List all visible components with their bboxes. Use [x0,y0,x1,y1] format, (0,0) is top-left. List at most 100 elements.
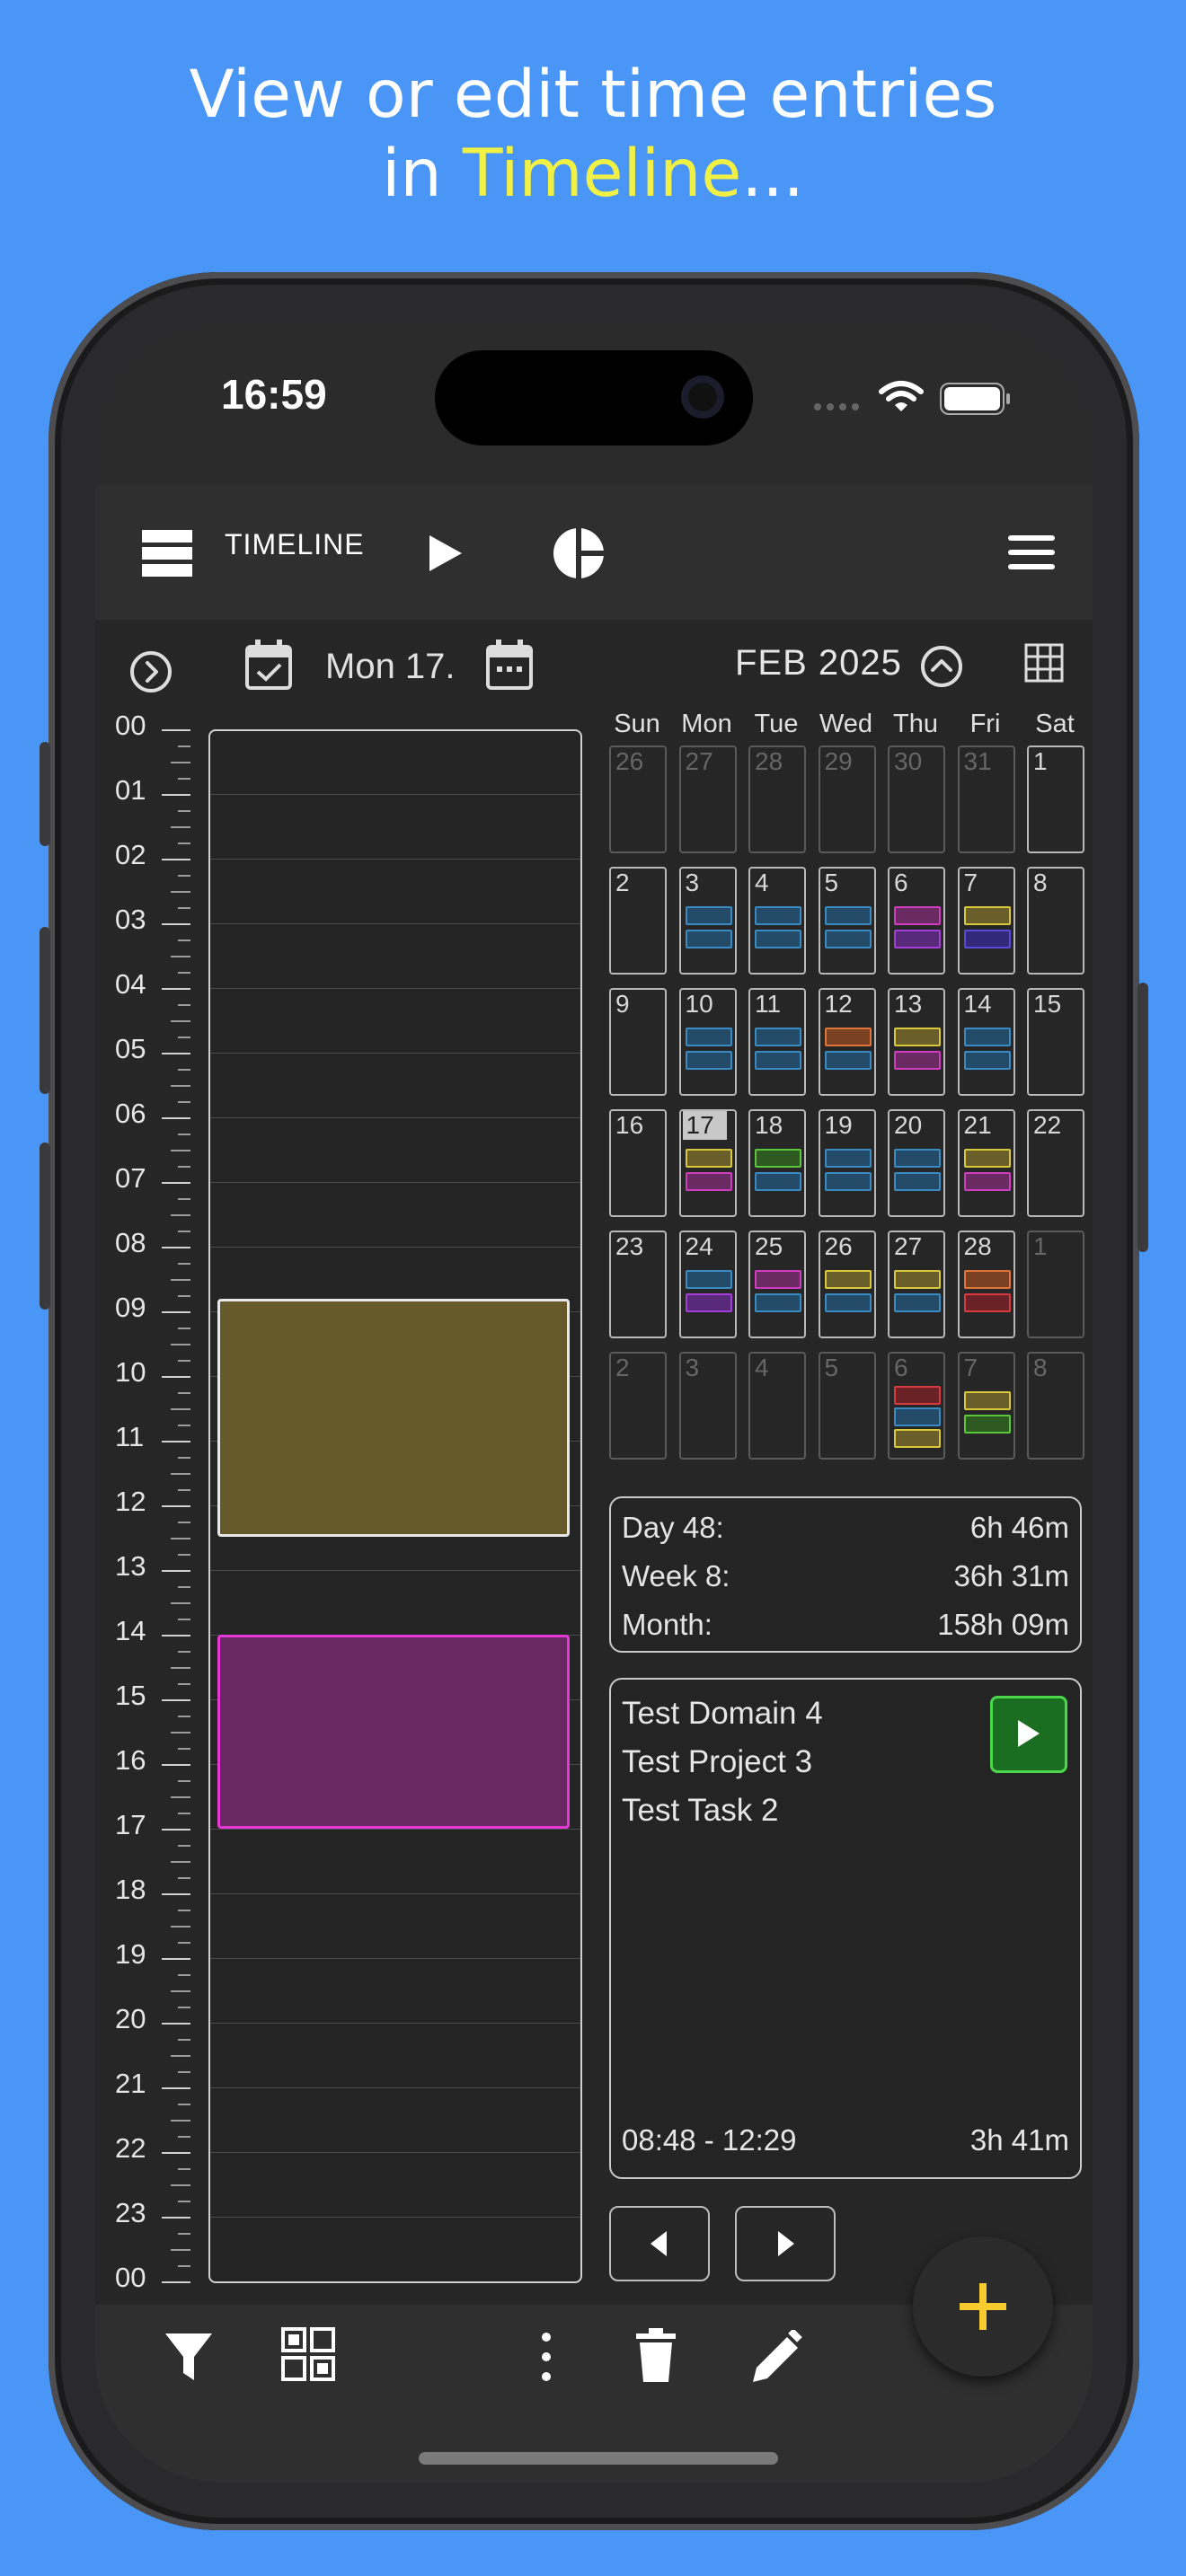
calendar-day-cell[interactable]: 29 [818,745,876,853]
quarter-tick [171,762,190,763]
calendar-day-cell[interactable]: 4 [748,1352,806,1460]
calendar-day-cell[interactable]: 27 [888,1231,945,1338]
calendar-day-cell[interactable]: 2 [609,867,667,975]
calendar-day-cell[interactable]: 28 [957,1231,1015,1338]
calendar-day-cell[interactable]: 9 [609,988,667,1096]
calendar-day-cell[interactable]: 1 [1027,745,1084,853]
quarter-tick [171,2249,190,2251]
timeline-hour-line [210,1247,580,1248]
timeline-day-column[interactable] [208,729,582,2283]
calendar-day-cell[interactable]: 14 [957,988,1015,1096]
filter-icon[interactable] [164,2332,214,2382]
calendar-day-cell[interactable]: 30 [888,745,945,853]
calendar-day-cell[interactable]: 1 [1027,1231,1084,1338]
view-switch-icon[interactable] [142,530,192,577]
weekday-header: Mon [681,710,732,738]
calendar-day-cell[interactable]: 26 [609,745,667,853]
entry-task: Test Task 2 [622,1793,779,1828]
go-to-today-icon[interactable] [129,650,173,693]
delete-icon[interactable] [636,2328,676,2384]
add-entry-button[interactable] [913,2236,1053,2377]
day-total-row: Day 48: 6h 46m [622,1511,1069,1545]
calendar-day-cell[interactable]: 3 [678,867,737,975]
quarter-tick [178,1845,190,1847]
menu-icon[interactable] [1008,535,1055,569]
quarter-tick [171,1408,190,1410]
start-timer-icon[interactable] [429,535,462,571]
resume-entry-button[interactable] [990,1696,1067,1773]
selected-entry-card[interactable]: Test Domain 4 Test Project 3 Test Task 2… [609,1678,1082,2179]
statistics-pie-icon[interactable] [552,526,606,580]
calendar-day-cell[interactable]: 16 [609,1109,667,1217]
calendar-day-number: 7 [963,1354,978,1381]
calendar-day-cell[interactable]: 26 [818,1231,876,1338]
calendar-day-cell[interactable]: 7 [957,867,1015,975]
calendar-day-cell[interactable]: 5 [818,1352,876,1460]
weekday-header: Fri [969,710,1001,738]
quarter-tick [178,1619,190,1620]
cellular-signal-icon [814,403,859,410]
selected-date[interactable]: Mon 17. [325,647,456,687]
multi-select-icon[interactable] [280,2326,336,2382]
quarter-tick [178,1586,190,1588]
calendar-day-number: 21 [963,1111,992,1139]
hour-tick [162,1376,190,1378]
totals-panel: Day 48: 6h 46m Week 8: 36h 31m Month: 15… [609,1496,1082,1653]
calendar-day-cell[interactable]: 18 [748,1109,806,1217]
quarter-tick [178,2201,190,2202]
quarter-tick [178,1392,190,1394]
calendar-day-cell[interactable]: 11 [748,988,806,1096]
calendar-day-number: 28 [963,1232,992,1260]
quarter-tick [171,956,190,957]
calendar-day-cell[interactable]: 4 [748,867,806,975]
quarter-tick [171,1538,190,1539]
calendar-day-cell[interactable]: 10 [678,988,737,1096]
quarter-tick [178,2265,190,2267]
calendar-entry-marker [685,1293,732,1312]
timeline-hour-line [210,2087,580,2088]
calendar-day-cell[interactable]: 8 [1027,867,1084,975]
grid-view-icon[interactable] [1024,643,1064,683]
calendar-day-cell[interactable]: 8 [1027,1352,1084,1460]
edit-pencil-icon[interactable] [749,2330,805,2386]
calendar-day-cell[interactable]: 19 [818,1109,876,1217]
week-total-label: Week 8: [622,1559,730,1592]
calendar-day-cell[interactable]: 6 [888,1352,945,1460]
volume-up-button [40,927,50,1094]
calendar-day-cell[interactable]: 21 [957,1109,1015,1217]
calendar-day-cell[interactable]: 17 [678,1109,737,1217]
time-entry-selected[interactable] [217,1298,570,1537]
collapse-calendar-icon[interactable] [920,645,963,688]
calendar-day-cell[interactable]: 20 [888,1109,945,1217]
time-entry[interactable] [217,1635,570,1829]
calendar-day-number: 28 [755,747,783,775]
calendar-day-cell[interactable]: 13 [888,988,945,1096]
hour-tick [162,1893,190,1895]
calendar-day-cell[interactable]: 5 [818,867,876,975]
calendar-day-cell[interactable]: 6 [888,867,945,975]
calendar-day-number: 24 [685,1232,713,1260]
calendar-day-cell[interactable]: 2 [609,1352,667,1460]
calendar-day-cell[interactable]: 31 [957,745,1015,853]
more-options-icon[interactable] [539,2332,553,2382]
hour-tick [162,1311,190,1313]
calendar-day-cell[interactable]: 15 [1027,988,1084,1096]
calendar-day-cell[interactable]: 24 [678,1231,737,1338]
calendar-day-cell[interactable]: 25 [748,1231,806,1338]
calendar-day-cell[interactable]: 3 [678,1352,737,1460]
calendar-day-cell[interactable]: 22 [1027,1109,1084,1217]
next-entry-button[interactable] [735,2206,836,2281]
calendar-day-cell[interactable]: 7 [957,1352,1015,1460]
calendar-day-cell[interactable]: 27 [678,745,737,853]
previous-entry-button[interactable] [609,2206,710,2281]
day-total-value: 6h 46m [969,1511,1069,1544]
quarter-tick [178,972,190,974]
calendar-entry-marker [824,1051,872,1070]
calendar-picker-icon[interactable] [485,638,534,692]
quarter-tick [171,2184,190,2186]
calendar-check-icon[interactable] [244,638,293,692]
quarter-tick [178,875,190,877]
calendar-day-cell[interactable]: 23 [609,1231,667,1338]
calendar-day-cell[interactable]: 28 [748,745,806,853]
calendar-day-cell[interactable]: 12 [818,988,876,1096]
